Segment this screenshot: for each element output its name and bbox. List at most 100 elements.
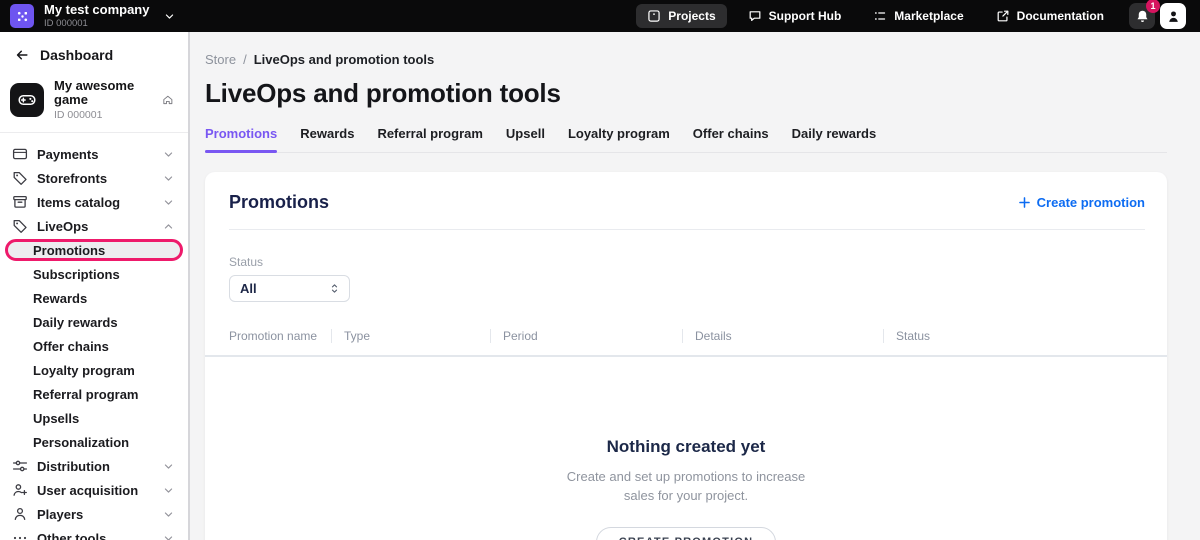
sidebar-item-upsells[interactable]: Upsells	[0, 406, 188, 430]
tab-bar: Promotions Rewards Referral program Upsell L…	[205, 126, 1167, 153]
sidebar: Dashboard My awesome game ID 000001 Paym…	[0, 32, 190, 540]
topnav-projects[interactable]: Projects	[636, 4, 726, 28]
create-promotion-button[interactable]: CREATE PROMOTION	[596, 527, 777, 540]
sidebar-item-label: Storefronts	[37, 171, 107, 186]
sidebar-item-players[interactable]: Players	[0, 502, 188, 526]
topbar-right: 1	[1129, 3, 1186, 29]
empty-state-title: Nothing created yet	[205, 437, 1167, 457]
tab-promotions[interactable]: Promotions	[205, 126, 277, 152]
chevron-down-icon	[163, 461, 174, 472]
back-to-dashboard[interactable]: Dashboard	[0, 32, 188, 74]
sidebar-item-offer-chains[interactable]: Offer chains	[0, 334, 188, 358]
project-selector[interactable]: My awesome game ID 000001	[0, 74, 188, 132]
dots-icon	[12, 530, 28, 540]
topbar: My test company ID 000001 Projects Suppor…	[0, 0, 1200, 32]
promotions-card: Promotions Create promotion Status All P…	[205, 172, 1167, 540]
topnav-label: Projects	[668, 9, 715, 23]
topnav-support-hub[interactable]: Support Hub	[737, 4, 853, 28]
sidebar-item-label: Distribution	[37, 459, 110, 474]
sidebar-item-subscriptions[interactable]: Subscriptions	[0, 262, 188, 286]
user-plus-icon	[12, 482, 28, 498]
sidebar-menu: Payments Storefronts Items catalog LiveOps P…	[0, 133, 188, 540]
sidebar-item-label: Upsells	[33, 411, 79, 426]
empty-state-description: Create and set up promotions to increase…	[205, 467, 1167, 505]
sidebar-item-liveops[interactable]: LiveOps	[0, 214, 188, 238]
box-icon	[647, 9, 661, 23]
sidebar-item-referral-program[interactable]: Referral program	[0, 382, 188, 406]
sidebar-item-label: Offer chains	[33, 339, 109, 354]
sidebar-item-label: Daily rewards	[33, 315, 118, 330]
back-arrow-icon	[15, 48, 29, 62]
chevron-down-icon	[163, 509, 174, 520]
chevron-down-icon	[163, 485, 174, 496]
chevron-down-icon	[163, 149, 174, 160]
plus-icon	[1018, 196, 1031, 209]
external-link-icon	[996, 9, 1010, 23]
column-header-promotion-name: Promotion name	[205, 329, 331, 343]
column-header-status: Status	[883, 329, 1167, 343]
list-icon	[873, 9, 887, 23]
chevron-down-icon	[164, 11, 175, 22]
sidebar-item-storefronts[interactable]: Storefronts	[0, 166, 188, 190]
breadcrumb: Store / LiveOps and promotion tools	[205, 52, 1167, 67]
tab-upsell[interactable]: Upsell	[506, 126, 545, 152]
sidebar-item-other-tools[interactable]: Other tools	[0, 526, 188, 540]
column-header-type: Type	[331, 329, 490, 343]
home-icon[interactable]	[162, 93, 174, 107]
status-select[interactable]: All	[229, 275, 350, 302]
profile-button[interactable]	[1160, 3, 1186, 29]
tab-offer-chains[interactable]: Offer chains	[693, 126, 769, 152]
topnav-label: Marketplace	[894, 9, 963, 23]
topnav-documentation[interactable]: Documentation	[985, 4, 1115, 28]
company-id: ID 000001	[44, 18, 149, 29]
column-header-period: Period	[490, 329, 682, 343]
topnav-marketplace[interactable]: Marketplace	[862, 4, 974, 28]
notifications-button[interactable]: 1	[1129, 3, 1155, 29]
sidebar-item-user-acquisition[interactable]: User acquisition	[0, 478, 188, 502]
gamepad-icon	[17, 90, 37, 110]
sidebar-item-label: Subscriptions	[33, 267, 120, 282]
status-select-value: All	[240, 281, 257, 296]
tab-rewards[interactable]: Rewards	[300, 126, 354, 152]
chevron-down-icon	[163, 197, 174, 208]
user-icon	[12, 506, 28, 522]
sidebar-item-items-catalog[interactable]: Items catalog	[0, 190, 188, 214]
chat-icon	[748, 9, 762, 23]
topbar-nav: Projects Support Hub Marketplace Documentat…	[636, 4, 1115, 28]
table-header-row: Promotion nameTypePeriodDetailsStatus	[205, 329, 1167, 355]
company-selector[interactable]: My test company ID 000001	[10, 3, 175, 29]
status-filter: Status All	[205, 230, 1167, 302]
sidebar-item-label: Items catalog	[37, 195, 120, 210]
tag-icon	[12, 218, 28, 234]
topnav-label: Support Hub	[769, 9, 842, 23]
sidebar-item-label: Promotions	[33, 243, 105, 258]
sidebar-item-payments[interactable]: Payments	[0, 142, 188, 166]
project-avatar	[10, 83, 44, 117]
tab-daily-rewards[interactable]: Daily rewards	[792, 126, 877, 152]
sidebar-item-distribution[interactable]: Distribution	[0, 454, 188, 478]
tab-loyalty-program[interactable]: Loyalty program	[568, 126, 670, 152]
sidebar-item-daily-rewards[interactable]: Daily rewards	[0, 310, 188, 334]
sidebar-item-label: Rewards	[33, 291, 87, 306]
xsolla-logo-icon	[10, 4, 34, 28]
card-title: Promotions	[229, 192, 329, 213]
breadcrumb-current: LiveOps and promotion tools	[254, 52, 435, 67]
tab-referral-program[interactable]: Referral program	[377, 126, 482, 152]
sidebar-item-label: LiveOps	[37, 219, 88, 234]
back-label: Dashboard	[40, 47, 113, 63]
notification-badge: 1	[1146, 0, 1160, 13]
project-id: ID 000001	[54, 109, 152, 121]
company-name: My test company	[44, 3, 149, 16]
sidebar-item-promotions[interactable]: Promotions	[5, 239, 183, 261]
sidebar-item-personalization[interactable]: Personalization	[0, 430, 188, 454]
create-promotion-link[interactable]: Create promotion	[1018, 195, 1145, 210]
sidebar-item-label: Referral program	[33, 387, 138, 402]
sliders-icon	[12, 458, 28, 474]
sidebar-item-rewards[interactable]: Rewards	[0, 286, 188, 310]
sidebar-item-label: Other tools	[37, 531, 106, 540]
breadcrumb-store[interactable]: Store	[205, 52, 236, 67]
sidebar-item-loyalty-program[interactable]: Loyalty program	[0, 358, 188, 382]
project-name: My awesome game	[54, 79, 152, 107]
chevron-up-icon	[163, 221, 174, 232]
sidebar-item-label: User acquisition	[37, 483, 138, 498]
